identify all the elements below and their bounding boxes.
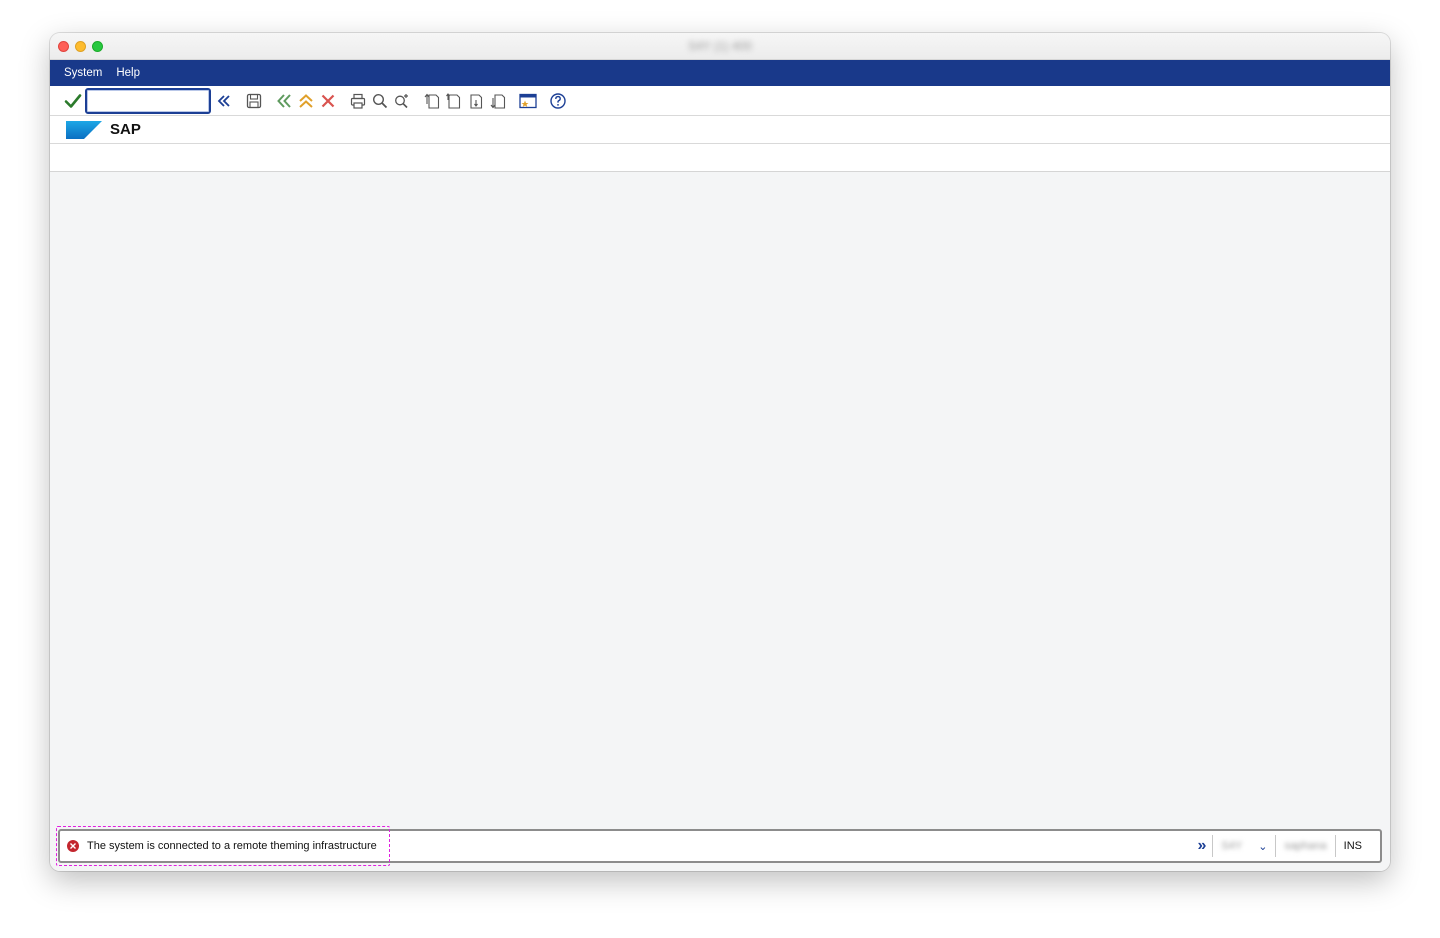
print-icon[interactable] [347, 90, 369, 112]
status-message[interactable]: The system is connected to a remote them… [56, 826, 390, 866]
status-message-text: The system is connected to a remote them… [87, 840, 377, 852]
next-page-icon[interactable] [465, 90, 487, 112]
menu-system[interactable]: System [64, 67, 102, 79]
input-mode-text: INS [1343, 840, 1362, 852]
find-icon[interactable] [369, 90, 391, 112]
application-toolbar [50, 144, 1390, 172]
error-icon [67, 840, 79, 852]
command-field[interactable] [85, 87, 211, 114]
exit-icon[interactable] [295, 90, 317, 112]
sap-logo-icon [66, 120, 102, 139]
system-info[interactable]: S4Y ⌄ [1212, 835, 1275, 857]
menu-bar: System Help [50, 60, 1390, 86]
first-page-icon[interactable] [421, 90, 443, 112]
save-icon[interactable] [243, 90, 265, 112]
find-next-icon[interactable] [391, 90, 413, 112]
input-mode[interactable]: INS [1334, 835, 1370, 857]
title-bar: S4Y (1) 400 [50, 33, 1390, 60]
status-info-area: » S4Y ⌄ saphana INS [1198, 831, 1380, 861]
help-icon[interactable] [547, 90, 569, 112]
main-content-area: The system is connected to a remote them… [50, 173, 1390, 871]
system-toolbar [50, 86, 1390, 116]
expand-status-icon[interactable]: » [1198, 837, 1213, 855]
server-info: saphana [1275, 835, 1334, 857]
layout-menu-icon[interactable] [517, 90, 539, 112]
title-header: SAP [50, 116, 1390, 144]
system-name: S4Y [1221, 840, 1243, 852]
status-bar: The system is connected to a remote them… [56, 826, 1382, 866]
server-name: saphana [1284, 840, 1327, 852]
last-page-icon[interactable] [487, 90, 509, 112]
back-icon[interactable] [273, 90, 295, 112]
sap-gui-window: S4Y (1) 400 System Help SAP The system i… [50, 33, 1390, 871]
page-title: SAP [110, 121, 141, 138]
cancel-icon[interactable] [317, 90, 339, 112]
menu-help[interactable]: Help [116, 67, 140, 79]
window-title: S4Y (1) 400 [688, 39, 752, 53]
expand-command-icon[interactable] [213, 90, 235, 112]
chevron-down-icon[interactable]: ⌄ [1258, 840, 1267, 853]
previous-page-icon[interactable] [443, 90, 465, 112]
enter-check-icon[interactable] [62, 90, 84, 112]
